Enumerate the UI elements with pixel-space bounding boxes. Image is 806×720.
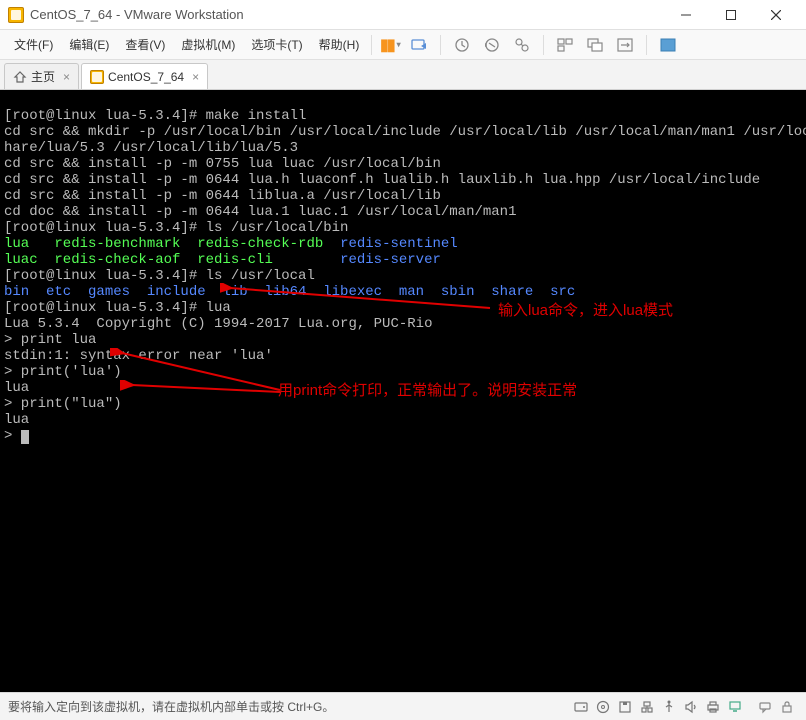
terminal-line: bin etc games include lib lib64 libexec … [4,284,575,300]
terminal-line: > print('lua') [4,364,122,380]
terminal-line: cd doc && install -p -m 0644 lua.1 luac.… [4,204,516,220]
terminal-line: stdin:1: syntax error near 'lua' [4,348,273,364]
terminal-line: lua [4,412,29,428]
separator [646,35,647,55]
maximize-button[interactable] [708,1,753,29]
fullscreen-button[interactable] [655,33,681,57]
terminal-line: cd src && install -p -m 0644 liblua.a /u… [4,188,441,204]
sound-icon[interactable] [682,699,700,715]
tab-home[interactable]: 主页 × [4,63,79,89]
terminal-line: [root@linux lua-5.3.4]# lua [4,300,231,316]
floppy-icon[interactable] [616,699,634,715]
menu-edit[interactable]: 编辑(E) [61,32,117,57]
revert-snapshot-button[interactable] [479,33,505,57]
terminal-line: lua [4,380,29,396]
window-title: CentOS_7_64 - VMware Workstation [30,7,663,22]
status-bar: 要将输入定向到该虚拟机，请在虚拟机内部单击或按 Ctrl+G。 [0,692,806,720]
tab-vm[interactable]: CentOS_7_64 × [81,63,208,89]
menu-file[interactable]: 文件(F) [6,32,61,57]
terminal-line: lua redis-benchmark redis-check-rdb redi… [4,236,458,252]
terminal-line: > print lua [4,332,96,348]
snapshot-button[interactable] [449,33,475,57]
cd-icon[interactable] [594,699,612,715]
status-text: 要将输入定向到该虚拟机，请在虚拟机内部单击或按 Ctrl+G。 [8,698,334,715]
annotation-1: 输入lua命令，进入lua模式 [498,303,673,319]
title-bar: CentOS_7_64 - VMware Workstation [0,0,806,30]
lock-icon[interactable] [778,699,796,715]
minimize-button[interactable] [663,1,708,29]
printer-icon[interactable] [704,699,722,715]
display-icon[interactable] [726,699,744,715]
toolbar: ▮▮▾ [376,33,681,57]
terminal-line: [root@linux lua-5.3.4]# ls /usr/local [4,268,315,284]
tab-label: 主页 [31,68,55,85]
usb-icon[interactable] [660,699,678,715]
disk-icon[interactable] [572,699,590,715]
terminal-line: [root@linux lua-5.3.4]# ls /usr/local/bi… [4,220,348,236]
home-icon [13,70,27,84]
cursor [21,430,29,444]
terminal-line: > print("lua") [4,396,122,412]
app-icon [8,7,24,23]
network-icon[interactable] [638,699,656,715]
separator [440,35,441,55]
terminal-line: cd src && install -p -m 0755 lua luac /u… [4,156,441,172]
separator [543,35,544,55]
unity-button[interactable] [582,33,608,57]
separator [371,35,372,55]
stretch-button[interactable] [612,33,638,57]
annotation-2: 用print命令打印，正常输出了。说明安装正常 [278,383,577,399]
tab-label: CentOS_7_64 [108,70,184,84]
tab-bar: 主页 × CentOS_7_64 × [0,60,806,90]
close-icon[interactable]: × [63,70,70,84]
arrow-3 [120,380,290,400]
menu-vm[interactable]: 虚拟机(M) [173,32,243,57]
menu-help[interactable]: 帮助(H) [311,32,368,57]
terminal-line: > [4,428,29,444]
pause-button[interactable]: ▮▮▾ [376,33,402,57]
menu-view[interactable]: 查看(V) [117,32,173,57]
terminal-line: cd src && mkdir -p /usr/local/bin /usr/l… [4,124,806,140]
terminal-line: luac redis-check-aof redis-cli redis-ser… [4,252,441,268]
terminal-line: [root@linux lua-5.3.4]# make install [4,108,306,124]
terminal-line: hare/lua/5.3 /usr/local/lib/lua/5.3 [4,140,298,156]
message-icon[interactable] [756,699,774,715]
toolbar-send-button[interactable] [406,33,432,57]
menu-tabs[interactable]: 选项卡(T) [243,32,310,57]
terminal-line: cd src && install -p -m 0644 lua.h luaco… [4,172,760,188]
terminal[interactable]: [root@linux lua-5.3.4]# make install cd … [0,90,806,692]
terminal-line: Lua 5.3.4 Copyright (C) 1994-2017 Lua.or… [4,316,432,332]
manage-snapshot-button[interactable] [509,33,535,57]
thumbnail-button[interactable] [552,33,578,57]
menu-bar: 文件(F) 编辑(E) 查看(V) 虚拟机(M) 选项卡(T) 帮助(H) ▮▮… [0,30,806,60]
window-controls [663,1,798,29]
vm-icon [90,70,104,84]
close-button[interactable] [753,1,798,29]
close-icon[interactable]: × [192,70,199,84]
